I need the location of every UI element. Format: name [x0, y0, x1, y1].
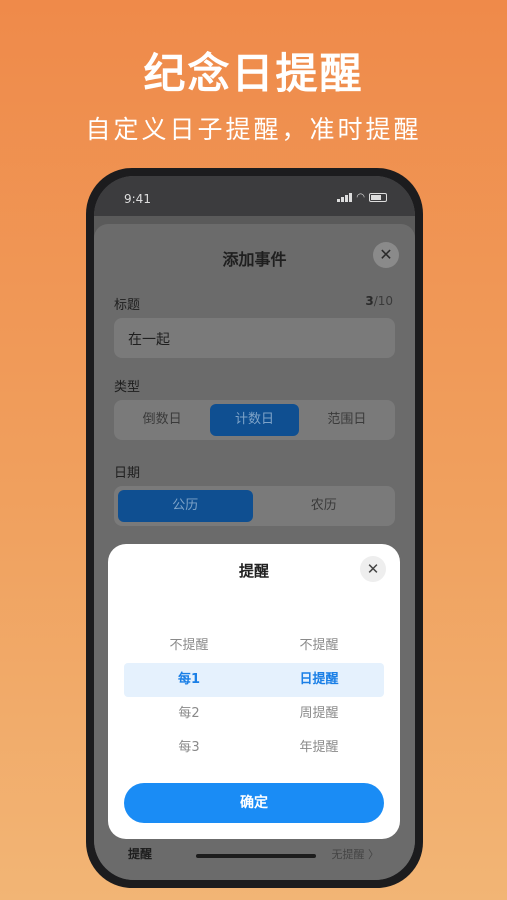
type-option-countdown[interactable]: 倒数日: [118, 404, 206, 436]
modal-title: 提醒: [238, 562, 269, 580]
title-counter: 3/10: [365, 294, 393, 308]
type-segmented-control: 倒数日 计数日 范围日: [114, 400, 395, 440]
picker-left-item[interactable]: 不提醒: [124, 629, 254, 663]
status-bar: 9:41 ◠: [94, 176, 415, 216]
wifi-icon: ◠: [356, 192, 365, 203]
picker-row-selected[interactable]: 每1 日提醒: [124, 663, 384, 697]
title-count: 3: [365, 294, 374, 308]
picker-left-item[interactable]: 每3: [124, 731, 254, 765]
home-indicator: [196, 854, 316, 858]
status-time: 9:41: [124, 192, 151, 206]
title-input[interactable]: 在一起: [114, 318, 395, 358]
signal-icon: [337, 193, 353, 202]
picker-left-item[interactable]: 每2: [124, 697, 254, 731]
sheet-close-icon[interactable]: ✕: [373, 242, 399, 268]
type-label: 类型: [114, 380, 141, 395]
picker-right-item[interactable]: 周提醒: [254, 697, 384, 731]
confirm-button[interactable]: 确定: [124, 783, 384, 823]
reminder-picker-modal: 提醒 ✕ 不提醒 不提醒 每1 日提醒 每2 周提醒 每3 年提醒 确定: [108, 544, 400, 839]
battery-icon: [369, 193, 387, 202]
picker-right-item[interactable]: 日提醒: [254, 663, 384, 697]
date-segmented-control: 公历 农历: [114, 486, 395, 526]
type-option-range[interactable]: 范围日: [303, 404, 391, 436]
picker-right-item[interactable]: 年提醒: [254, 731, 384, 765]
title-max: /10: [373, 294, 393, 308]
picker-left-item[interactable]: 每1: [124, 663, 254, 697]
picker-row[interactable]: 每2 周提醒: [124, 697, 384, 731]
picker-row[interactable]: 每3 年提醒: [124, 731, 384, 765]
reminder-row-label: 提醒: [128, 847, 153, 861]
date-option-solar[interactable]: 公历: [118, 490, 253, 522]
date-label: 日期: [114, 466, 141, 481]
date-option-lunar[interactable]: 农历: [257, 490, 392, 522]
sheet-title: 添加事件: [222, 250, 287, 269]
type-option-countup[interactable]: 计数日: [210, 404, 299, 436]
picker-right-item[interactable]: 不提醒: [254, 629, 384, 663]
promo-headline: 纪念日提醒: [143, 49, 364, 98]
title-label: 标题: [114, 298, 141, 313]
modal-close-icon[interactable]: ✕: [360, 556, 386, 582]
reminder-row-value[interactable]: 无提醒 〉: [332, 846, 380, 862]
promo-subline: 自定义日子提醒，准时提醒: [85, 115, 422, 144]
picker-row[interactable]: 不提醒 不提醒: [124, 629, 384, 663]
